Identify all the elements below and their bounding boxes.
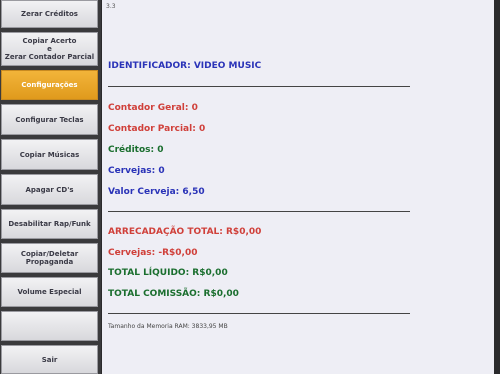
- separator: [108, 86, 410, 87]
- total-liquido-label: TOTAL LÍQUIDO: R$0,00: [108, 268, 228, 278]
- total-comissao-label: TOTAL COMISSÃO: R$0,00: [108, 289, 239, 299]
- copiar-acerto-button[interactable]: Copiar Acerto e Zerar Contador Parcial: [1, 32, 98, 66]
- valor-cerveja-label: Valor Cerveja: 6,50: [108, 187, 205, 197]
- separator: [108, 211, 410, 212]
- zerar-creditos-button[interactable]: Zerar Créditos: [1, 0, 98, 28]
- copiar-musicas-button[interactable]: Copiar Músicas: [1, 139, 98, 170]
- arrecadacao-total-label: ARRECADAÇÃO TOTAL: R$0,00: [108, 227, 262, 237]
- memoria-label: Tamanho da Memoria RAM: 3833,95 MB: [108, 323, 228, 330]
- apagar-cds-button[interactable]: Apagar CD's: [1, 174, 98, 205]
- creditos-label: Créditos: 0: [108, 145, 164, 155]
- sidebar: Zerar Créditos Copiar Acerto e Zerar Con…: [0, 0, 101, 374]
- version-label: 3.3: [106, 3, 116, 10]
- separator: [108, 313, 410, 314]
- desabilitar-rap-funk-button[interactable]: Desabilitar Rap/Funk: [1, 209, 98, 239]
- volume-especial-button[interactable]: Volume Especial: [1, 277, 98, 307]
- contador-parcial-label: Contador Parcial: 0: [108, 124, 206, 134]
- configuracoes-button[interactable]: Configurações: [1, 70, 98, 100]
- sair-button[interactable]: Sair: [1, 345, 98, 374]
- window-edge: [494, 0, 500, 374]
- disabled-option-button: [1, 311, 98, 341]
- copiar-deletar-propaganda-button[interactable]: Copiar/Deletar Propaganda: [1, 243, 98, 273]
- cervejas-label: Cervejas: 0: [108, 166, 165, 176]
- cervejas-desconto-label: Cervejas: -R$0,00: [108, 248, 198, 258]
- configurar-teclas-button[interactable]: Configurar Teclas: [1, 104, 98, 135]
- contador-geral-label: Contador Geral: 0: [108, 103, 198, 113]
- identificador-label: IDENTIFICADOR: VIDEO MUSIC: [108, 61, 262, 71]
